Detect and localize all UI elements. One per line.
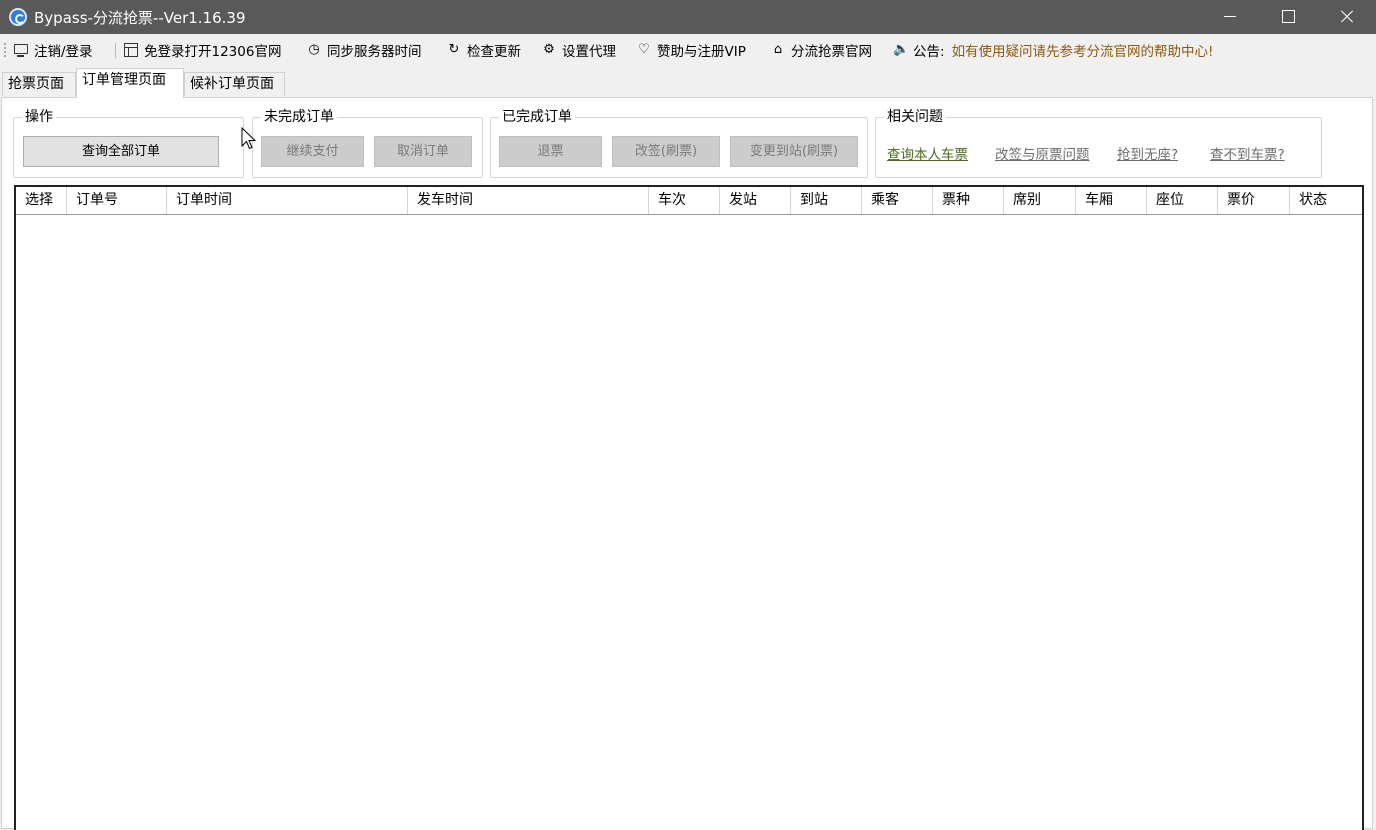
- monitor-icon: [14, 44, 28, 57]
- link-ticket-not-found[interactable]: 查不到车票?: [1210, 143, 1285, 163]
- column-header-seat-class[interactable]: 席别: [1004, 187, 1076, 214]
- cancel-order-button[interactable]: 取消订单: [374, 136, 472, 167]
- minimize-button[interactable]: [1201, 0, 1259, 34]
- incomplete-orders-group: 未完成订单 继续支付 取消订单: [252, 108, 483, 178]
- sync-time-button[interactable]: ◷ 同步服务器时间: [307, 41, 421, 61]
- mouse-cursor-icon: [241, 127, 257, 150]
- column-header-from-station[interactable]: 发站: [720, 187, 791, 214]
- column-header-carriage[interactable]: 车厢: [1076, 187, 1147, 214]
- column-header-seat[interactable]: 座位: [1147, 187, 1218, 214]
- tab-strip: 抢票页面 订单管理页面 候补订单页面: [0, 66, 1376, 98]
- column-header-order-time[interactable]: 订单时间: [167, 187, 408, 214]
- link-no-seat[interactable]: 抢到无座?: [1117, 143, 1178, 163]
- open-12306-button[interactable]: 免登录打开12306官网: [124, 41, 281, 60]
- column-header-price[interactable]: 票价: [1218, 187, 1290, 214]
- check-update-button[interactable]: ↻ 检查更新: [447, 41, 521, 61]
- operation-group: 操作 查询全部订单: [13, 108, 244, 178]
- query-all-orders-button[interactable]: 查询全部订单: [23, 136, 219, 167]
- change-station-button[interactable]: 变更到站(刷票): [730, 136, 858, 167]
- close-button[interactable]: [1317, 0, 1375, 34]
- refund-button[interactable]: 退票: [499, 136, 602, 167]
- proxy-settings-button[interactable]: ⚙ 设置代理: [542, 41, 616, 61]
- column-header-train-no[interactable]: 车次: [649, 187, 720, 214]
- column-header-ticket-type[interactable]: 票种: [933, 187, 1004, 214]
- related-group-title: 相关问题: [884, 108, 946, 126]
- toolbar-grip[interactable]: [4, 43, 6, 57]
- speaker-icon: 🔈: [893, 42, 910, 57]
- column-header-passenger[interactable]: 乘客: [862, 187, 933, 214]
- tab-order-management[interactable]: 订单管理页面: [76, 68, 184, 98]
- order-management-panel: 操作 查询全部订单 未完成订单 继续支付 取消订单 已完成订单 退票 改签(刷票…: [1, 97, 1373, 830]
- sponsor-vip-button[interactable]: ♡ 赞助与注册VIP: [637, 41, 746, 61]
- column-header-to-station[interactable]: 到站: [791, 187, 862, 214]
- completed-group-title: 已完成订单: [499, 108, 575, 126]
- column-header-status[interactable]: 状态: [1290, 187, 1362, 214]
- login-logout-button[interactable]: 注销/登录: [14, 41, 93, 60]
- orders-table[interactable]: 选择 订单号 订单时间 发车时间 车次 发站 到站 乘客 票种 席别 车厢 座位…: [14, 185, 1364, 830]
- announcement-text: 如有使用疑问请先参考分流官网的帮助中心!: [951, 44, 1214, 60]
- announcement-button[interactable]: 🔈 公告: 如有使用疑问请先参考分流官网的帮助中心!: [893, 41, 1214, 61]
- table-header: 选择 订单号 订单时间 发车时间 车次 发站 到站 乘客 票种 席别 车厢 座位…: [16, 187, 1362, 215]
- toolbar-separator: [115, 43, 116, 58]
- reschedule-button[interactable]: 改签(刷票): [612, 136, 720, 167]
- heart-icon: ♡: [638, 42, 650, 57]
- operation-group-title: 操作: [22, 108, 56, 126]
- official-site-button[interactable]: ⌂ 分流抢票官网: [771, 41, 872, 61]
- settings-icon: ⚙: [543, 42, 555, 57]
- related-issues-group: 相关问题 查询本人车票 改签与原票问题 抢到无座? 查不到车票?: [875, 108, 1322, 178]
- window-title: Bypass-分流抢票--Ver1.16.39: [34, 9, 246, 27]
- title-bar: Bypass-分流抢票--Ver1.16.39: [0, 0, 1376, 34]
- completed-orders-group: 已完成订单 退票 改签(刷票) 变更到站(刷票): [490, 108, 868, 178]
- tab-waitlist-orders[interactable]: 候补订单页面: [184, 72, 285, 96]
- column-header-departure-time[interactable]: 发车时间: [408, 187, 649, 214]
- incomplete-group-title: 未完成订单: [261, 108, 337, 126]
- column-header-select[interactable]: 选择: [16, 187, 67, 214]
- window-icon: [124, 43, 138, 57]
- tab-ticket-grab[interactable]: 抢票页面: [2, 72, 76, 96]
- column-header-order-no[interactable]: 订单号: [67, 187, 167, 214]
- clock-icon: ◷: [308, 42, 320, 57]
- home-icon: ⌂: [773, 42, 783, 57]
- link-query-my-tickets[interactable]: 查询本人车票: [887, 143, 968, 163]
- maximize-button[interactable]: [1259, 0, 1317, 34]
- refresh-icon: ↻: [448, 42, 460, 57]
- continue-payment-button[interactable]: 继续支付: [261, 136, 364, 167]
- link-reschedule-issues[interactable]: 改签与原票问题: [995, 143, 1090, 163]
- toolbar: 注销/登录 免登录打开12306官网 ◷ 同步服务器时间 ↻ 检查更新 ⚙ 设置…: [0, 34, 1376, 66]
- app-icon: [9, 8, 27, 26]
